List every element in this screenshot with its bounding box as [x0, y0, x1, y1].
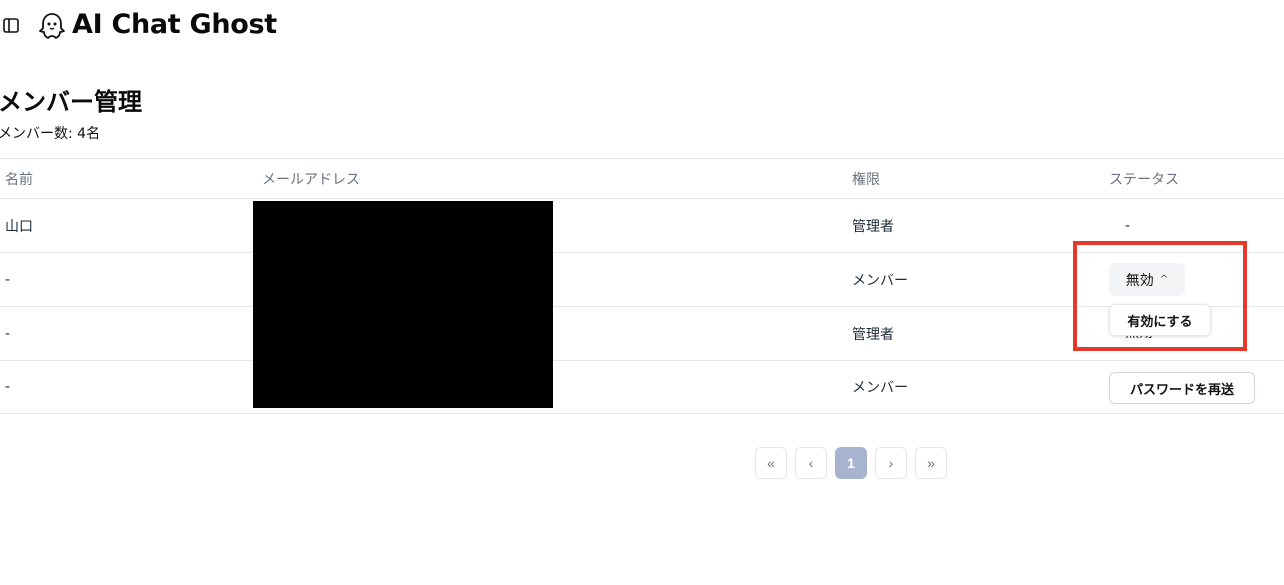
page-1-button[interactable]: 1	[835, 447, 867, 479]
header-status: ステータス	[1109, 171, 1179, 188]
member-role: 管理者	[852, 218, 894, 235]
first-page-button[interactable]: «	[755, 447, 787, 479]
sidebar-toggle-icon[interactable]	[3, 18, 19, 33]
prev-page-button[interactable]: ‹	[795, 447, 827, 479]
table-header-row: 名前 メールアドレス 権限 ステータス	[0, 158, 1284, 198]
member-name: -	[5, 379, 11, 395]
page-title: メンバー管理	[0, 88, 142, 116]
highlight-annotation	[1073, 241, 1247, 351]
header-email: メールアドレス	[262, 171, 360, 188]
header-role: 権限	[852, 171, 880, 188]
member-count: メンバー数: 4名	[0, 126, 101, 142]
header-name: 名前	[5, 171, 33, 188]
redacted-email-block	[253, 201, 553, 408]
member-role: 管理者	[852, 326, 894, 343]
table-row: - メンバー	[0, 360, 1284, 414]
app-title[interactable]: AI Chat Ghost	[72, 9, 277, 40]
member-name: -	[5, 325, 11, 342]
member-role: メンバー	[852, 272, 908, 289]
ghost-icon	[39, 13, 65, 39]
next-page-button[interactable]: ›	[875, 447, 907, 479]
member-name: 山口	[5, 218, 33, 235]
app-header: AI Chat Ghost	[0, 0, 1284, 52]
last-page-button[interactable]: »	[915, 447, 947, 479]
member-role: メンバー	[852, 380, 908, 396]
member-name: -	[5, 271, 11, 288]
resend-password-button[interactable]: パスワードを再送	[1109, 372, 1255, 404]
